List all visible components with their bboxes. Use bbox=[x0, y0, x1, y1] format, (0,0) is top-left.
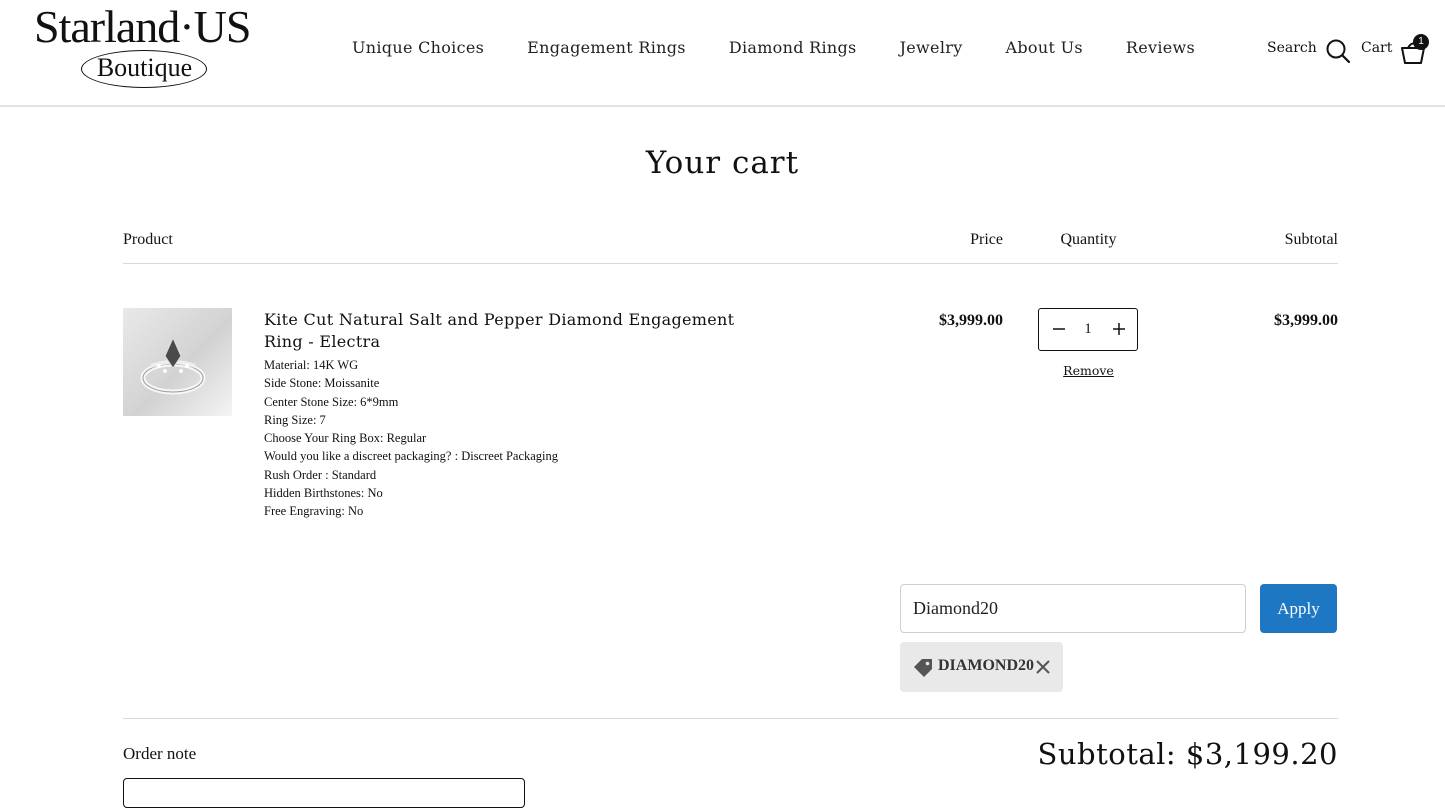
item-subtotal: $3,999.00 bbox=[1274, 312, 1338, 329]
apply-discount-button[interactable]: Apply bbox=[1260, 584, 1337, 633]
applied-discount-tag: DIAMOND20 bbox=[900, 642, 1063, 692]
item-price: $3,999.00 bbox=[939, 312, 1003, 329]
search-icon[interactable] bbox=[1325, 38, 1351, 64]
cart-count-badge: 1 bbox=[1413, 34, 1429, 50]
order-note-field[interactable] bbox=[123, 778, 525, 808]
product-title[interactable]: Kite Cut Natural Salt and Pepper Diamond… bbox=[264, 309, 744, 353]
applied-discount-code: DIAMOND20 bbox=[938, 657, 1034, 674]
nav-engagement-rings[interactable]: Engagement Rings bbox=[527, 38, 686, 57]
header-actions: Search Cart 1 bbox=[1255, 34, 1445, 70]
property-line: Choose Your Ring Box: Regular bbox=[264, 431, 427, 446]
column-header-subtotal: Subtotal bbox=[1284, 231, 1338, 248]
ring-image-graphic bbox=[140, 336, 206, 395]
property-line: Material: 14K WG bbox=[264, 358, 359, 372]
property-line: Side Stone: Moissanite bbox=[264, 376, 380, 391]
property-line: Ring Size: 7 bbox=[264, 412, 326, 427]
logo-subtitle: Boutique bbox=[96, 53, 193, 82]
close-icon[interactable] bbox=[1035, 659, 1051, 675]
product-image[interactable] bbox=[123, 308, 232, 416]
nav-unique-choices[interactable]: Unique Choices bbox=[352, 38, 484, 57]
search-link[interactable]: Search bbox=[1267, 40, 1317, 56]
page-title: Your cart bbox=[645, 145, 800, 181]
plus-icon[interactable] bbox=[1109, 319, 1129, 339]
property-line: Would you like a discreet packaging? : D… bbox=[264, 449, 559, 464]
remove-item-link[interactable]: Remove bbox=[1040, 363, 1137, 378]
discount-code-input[interactable] bbox=[900, 584, 1246, 633]
store-logo[interactable]: Starland·US Boutique bbox=[34, 4, 256, 90]
footer-divider bbox=[123, 718, 1338, 719]
property-line: Center Stone Size: 6*9mm bbox=[264, 394, 399, 409]
column-header-quantity: Quantity bbox=[1060, 231, 1117, 248]
product-properties: Material: 14K WG Side Stone: Moissanite … bbox=[264, 356, 558, 521]
property-line: Free Engraving: No bbox=[264, 504, 364, 519]
quantity-value[interactable]: 1 bbox=[1077, 321, 1099, 338]
nav-jewelry[interactable]: Jewelry bbox=[900, 38, 963, 57]
nav-reviews[interactable]: Reviews bbox=[1126, 38, 1195, 57]
nav-about-us[interactable]: About Us bbox=[1006, 38, 1083, 57]
minus-icon[interactable] bbox=[1049, 319, 1069, 339]
cart-link[interactable]: Cart bbox=[1361, 40, 1392, 56]
main-nav: Unique Choices Engagement Rings Diamond … bbox=[352, 38, 1238, 57]
order-note-label: Order note bbox=[123, 744, 197, 763]
header-divider bbox=[123, 263, 1338, 264]
property-line: Rush Order : Standard bbox=[264, 467, 377, 482]
column-header-price: Price bbox=[970, 231, 1003, 248]
property-line: Hidden Birthstones: No bbox=[264, 486, 383, 501]
price-tag-icon bbox=[914, 659, 932, 677]
logo-wordmark: Starland·US bbox=[34, 1, 251, 52]
quantity-stepper: 1 bbox=[1038, 308, 1138, 351]
column-header-product: Product bbox=[123, 231, 173, 248]
cart-subtotal: Subtotal: $3,199.20 bbox=[1037, 737, 1338, 771]
nav-diamond-rings[interactable]: Diamond Rings bbox=[729, 38, 857, 57]
site-header: Starland·US Boutique Unique Choices Enga… bbox=[0, 0, 1445, 107]
